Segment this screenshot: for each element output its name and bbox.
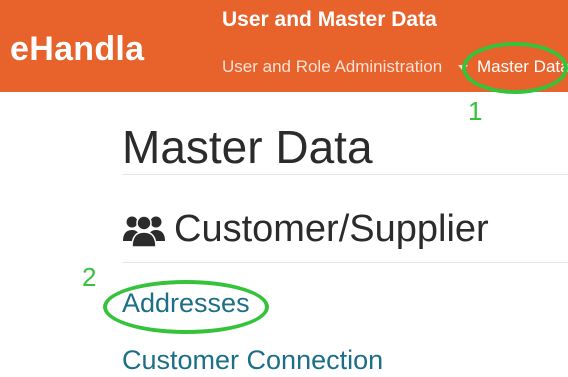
page-title: Master Data: [122, 121, 373, 173]
group-heading: Customer/Supplier: [122, 208, 489, 251]
highlight-ellipse-master-data: [462, 42, 568, 94]
customer-connection-link[interactable]: Customer Connection: [122, 345, 383, 376]
dropdown-label: User and Role Administration: [222, 57, 443, 76]
user-role-admin-dropdown[interactable]: User and Role Administration: [222, 57, 469, 77]
group-title: Customer/Supplier: [174, 208, 489, 250]
users-icon: [123, 214, 165, 248]
section-title: User and Master Data: [222, 8, 437, 31]
divider: [122, 174, 568, 175]
annotation-marker-1: 1: [468, 96, 483, 126]
highlight-ellipse-addresses: [103, 280, 269, 334]
divider: [122, 262, 568, 263]
brand-logo[interactable]: eHandla: [10, 30, 144, 69]
annotation-marker-2: 2: [82, 262, 97, 292]
